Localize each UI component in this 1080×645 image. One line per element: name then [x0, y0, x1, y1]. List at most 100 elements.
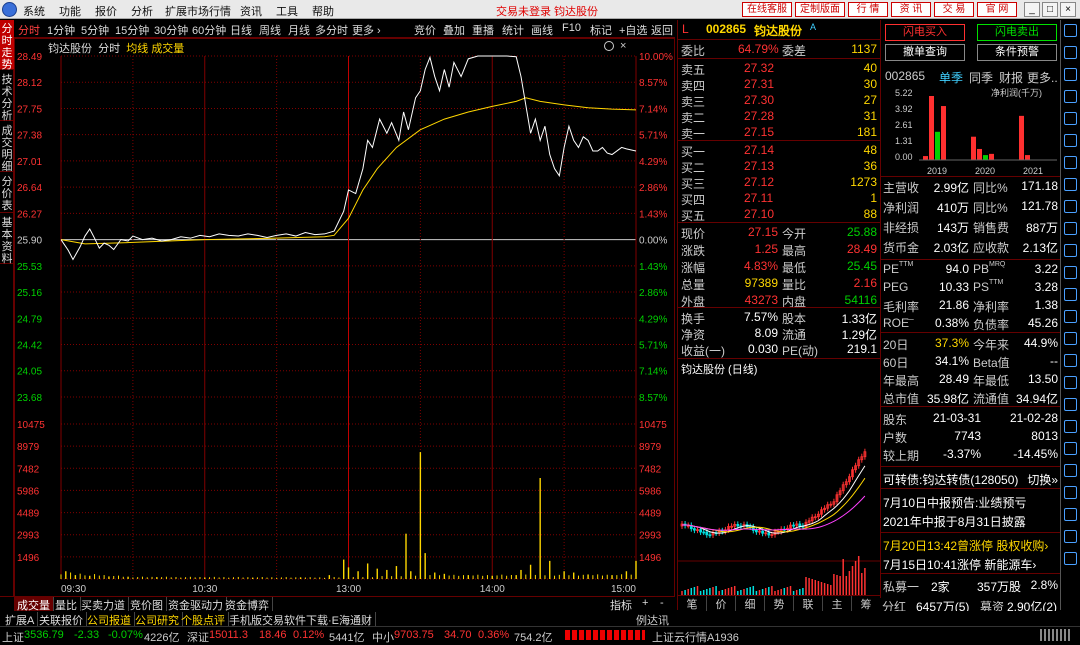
- tab-f10[interactable]: F10: [562, 22, 581, 34]
- tab-single-quarter[interactable]: 单季: [939, 69, 963, 86]
- news-button[interactable]: 资 讯: [891, 2, 931, 17]
- menu-ext-market[interactable]: 扩展市场行情: [165, 3, 231, 19]
- toolbar-icon-5[interactable]: [1064, 112, 1077, 125]
- settings-icon[interactable]: [604, 41, 614, 51]
- vtab-fundamentals[interactable]: 基本资料: [0, 214, 14, 265]
- daily-kline-chart[interactable]: [678, 376, 881, 608]
- tab-intraday[interactable]: 分时: [18, 22, 40, 38]
- cancel-query-button[interactable]: 撤单查询: [885, 44, 965, 61]
- quote-subtab[interactable]: 细: [736, 596, 765, 612]
- pct-tick-label: 0.00%: [639, 236, 667, 247]
- tab-more[interactable]: 更多 ›: [352, 22, 381, 38]
- market-button[interactable]: 行 情: [848, 2, 888, 17]
- news-item-1[interactable]: 7月10日中报预告:业绩预亏: [883, 494, 1026, 511]
- tab-report[interactable]: 财报: [999, 69, 1023, 86]
- tab-replay[interactable]: 重播: [472, 22, 494, 38]
- toolbar-icon-8[interactable]: [1064, 178, 1077, 191]
- menu-analysis[interactable]: 分析: [131, 3, 153, 19]
- bond-switch-button[interactable]: 切换»: [1027, 471, 1058, 488]
- quote-subtab[interactable]: 价: [707, 596, 736, 612]
- custom-layout-button[interactable]: 定制版面: [795, 2, 845, 17]
- news-item-2[interactable]: 2021年中报于8月31日披露: [883, 513, 1026, 530]
- toolbar-icon-10[interactable]: [1064, 222, 1077, 235]
- intraday-chart[interactable]: 28.49 10.00% 28.12 8.57% 27.75 7.14% 27.38 5.71…: [14, 38, 675, 608]
- toolbar-icon-4[interactable]: [1064, 90, 1077, 103]
- toolbar-icon-20[interactable]: [1064, 442, 1077, 455]
- quote-subtab[interactable]: 联: [794, 596, 823, 612]
- online-service-button[interactable]: 在线客服: [742, 2, 792, 17]
- toolbar-icon-7[interactable]: [1064, 156, 1077, 169]
- tab-60min[interactable]: 60分钟: [192, 22, 226, 38]
- tab-multi-intraday[interactable]: 多分时: [315, 22, 348, 38]
- vtab-trades[interactable]: 成交明细: [0, 122, 14, 173]
- toolbar-icon-18[interactable]: [1064, 398, 1077, 411]
- tab-weekly[interactable]: 周线: [259, 22, 281, 38]
- toolbar-icon-13[interactable]: [1064, 288, 1077, 301]
- toolbar-icon-15[interactable]: [1064, 332, 1077, 345]
- tab-mark[interactable]: 标记: [590, 22, 612, 38]
- toolbar-icon-22[interactable]: [1064, 486, 1077, 499]
- toolbar-icon-16[interactable]: [1064, 354, 1077, 367]
- tab-draw[interactable]: 画线: [531, 22, 553, 38]
- tab-daily[interactable]: 日线: [230, 22, 252, 38]
- toolbar-icon-21[interactable]: [1064, 464, 1077, 477]
- menu-info[interactable]: 资讯: [240, 3, 262, 19]
- toolbar-icon-6[interactable]: [1064, 134, 1077, 147]
- index-change: 34.70: [444, 629, 472, 641]
- minimize-icon[interactable]: _: [1024, 2, 1040, 17]
- menu-help[interactable]: 帮助: [312, 3, 334, 19]
- tab-30min[interactable]: 30分钟: [154, 22, 188, 38]
- toolbar-icon-11[interactable]: [1064, 244, 1077, 257]
- toolbar-icon-19[interactable]: [1064, 420, 1077, 433]
- close-chart-icon[interactable]: ×: [620, 40, 626, 52]
- close-icon[interactable]: ×: [1060, 2, 1076, 17]
- placement-shares: 357万股: [977, 580, 1022, 594]
- holder-value: 21-03-31: [932, 411, 981, 425]
- profit-year-label: 2021: [1023, 166, 1043, 176]
- quote-subtab[interactable]: 筹: [852, 596, 881, 612]
- tab-5min[interactable]: 5分钟: [81, 22, 109, 38]
- tab-1min[interactable]: 1分钟: [47, 22, 75, 38]
- quote-subtab[interactable]: 笔: [678, 596, 707, 612]
- tab-stats[interactable]: 统计: [502, 22, 524, 38]
- trade-button[interactable]: 交 易: [934, 2, 974, 17]
- bid-row: 买二 27.13 36: [678, 158, 881, 175]
- tab-overlay[interactable]: 叠加: [443, 22, 465, 38]
- toolbar-icon-25[interactable]: [1064, 552, 1077, 565]
- flash-buy-button[interactable]: 闪电买入: [885, 24, 965, 41]
- news-limit-up-2[interactable]: 7月15日10:41涨停 新能源车›: [883, 556, 1036, 573]
- vtab-technical[interactable]: 技术分析: [0, 71, 14, 122]
- quote-subtab[interactable]: 主: [823, 596, 852, 612]
- tab-back[interactable]: 返回: [651, 22, 673, 38]
- toolbar-icon-3[interactable]: [1064, 68, 1077, 81]
- toolbar-icon-2[interactable]: [1064, 46, 1077, 59]
- menu-tools[interactable]: 工具: [276, 3, 298, 19]
- cond-alert-button[interactable]: 条件预警: [977, 44, 1057, 61]
- toolbar-icon-12[interactable]: [1064, 266, 1077, 279]
- flash-sell-button[interactable]: 闪电卖出: [977, 24, 1057, 41]
- menu-quote[interactable]: 报价: [95, 3, 117, 19]
- tab-auction[interactable]: 竞价: [414, 22, 436, 38]
- zoom-out-button[interactable]: -: [660, 597, 664, 609]
- quote-subtab[interactable]: 势: [765, 596, 794, 612]
- vtab-intraday[interactable]: 分时走势: [0, 20, 14, 71]
- news-limit-up-1[interactable]: 7月20日13:42曾涨停 股权收购›: [883, 537, 1048, 554]
- toolbar-icon-17[interactable]: [1064, 376, 1077, 389]
- toolbar-icon-24[interactable]: [1064, 530, 1077, 543]
- toolbar-icon-14[interactable]: [1064, 310, 1077, 323]
- toolbar-icon-9[interactable]: [1064, 200, 1077, 213]
- toolbar-icon-1[interactable]: [1064, 24, 1077, 37]
- menu-function[interactable]: 功能: [59, 3, 81, 19]
- tab-monthly[interactable]: 月线: [288, 22, 310, 38]
- tab-add-watch[interactable]: +自选: [619, 22, 647, 38]
- menu-system[interactable]: 系统: [23, 3, 45, 19]
- toolbar-icon-23[interactable]: [1064, 508, 1077, 521]
- tab-f10-more[interactable]: 更多..: [1027, 69, 1058, 86]
- convertible-bond[interactable]: 可转债:钧达转债(128050): [883, 471, 1018, 488]
- maximize-icon[interactable]: □: [1042, 2, 1058, 17]
- tab-same-quarter[interactable]: 同季: [969, 69, 993, 86]
- tab-15min[interactable]: 15分钟: [115, 22, 149, 38]
- zoom-in-button[interactable]: +: [642, 597, 648, 609]
- official-site-button[interactable]: 官 网: [977, 2, 1017, 17]
- vtab-price-table[interactable]: 分价表: [0, 173, 14, 213]
